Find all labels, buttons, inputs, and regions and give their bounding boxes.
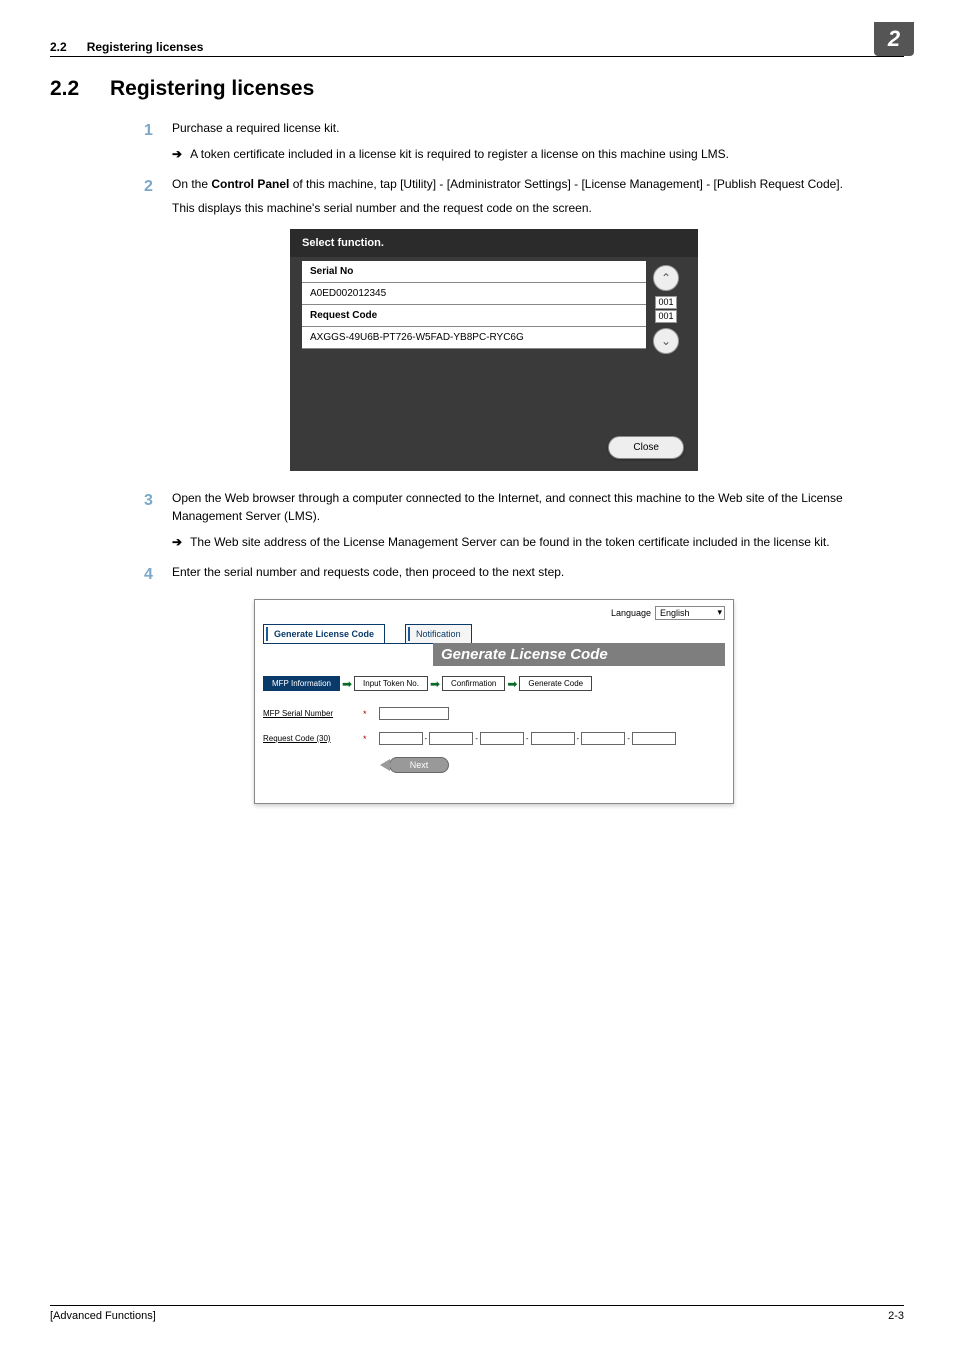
mfp-serial-input[interactable]: [379, 707, 449, 720]
page-banner: Generate License Code: [433, 643, 725, 666]
arrow-icon: ➡: [430, 677, 440, 691]
mfp-panel-screenshot: Select function. Serial No A0ED002012345…: [290, 229, 698, 471]
step-1-sub: A token certificate included in a licens…: [190, 145, 729, 163]
arrow-icon: ➡: [507, 677, 517, 691]
mfp-serial-label: MFP Serial Number: [263, 709, 353, 718]
header-section-number: 2.2: [50, 40, 67, 54]
close-button[interactable]: Close: [608, 436, 684, 459]
progress-input-token: Input Token No.: [354, 676, 428, 691]
step-2: 2 On the Control Panel of this machine, …: [144, 175, 904, 217]
tab-notification[interactable]: Notification: [405, 624, 472, 643]
section-heading: 2.2 Registering licenses: [50, 77, 904, 101]
step-3: 3 Open the Web browser through a compute…: [144, 489, 904, 551]
serial-no-label: Serial No: [302, 261, 646, 283]
page-indicator: 001 001: [655, 295, 676, 324]
header-section-title: Registering licenses: [87, 40, 204, 54]
step-3-sub: The Web site address of the License Mana…: [190, 533, 829, 551]
chapter-badge: 2: [874, 22, 914, 56]
request-code-input-6[interactable]: [632, 732, 676, 745]
step-number: 3: [144, 489, 172, 551]
page-header: 2.2 Registering licenses 2: [50, 40, 904, 57]
required-star-icon: *: [363, 709, 367, 719]
request-code-label: Request Code (30): [263, 734, 353, 743]
tab-generate-license[interactable]: Generate License Code: [263, 624, 385, 643]
step-4: 4 Enter the serial number and requests c…: [144, 563, 904, 587]
arrow-icon: ➔: [172, 533, 182, 551]
request-code-value: AXGGS-49U6B-PT726-W5FAD-YB8PC-RYC6G: [302, 327, 646, 349]
page-footer: [Advanced Functions] 2-3: [50, 1305, 904, 1322]
request-code-label: Request Code: [302, 305, 646, 327]
step-1: 1 Purchase a required license kit. ➔ A t…: [144, 119, 904, 163]
request-code-input-2[interactable]: [429, 732, 473, 745]
scroll-down-button[interactable]: ⌄: [653, 328, 679, 354]
progress-generate-code: Generate Code: [519, 676, 592, 691]
required-star-icon: *: [363, 734, 367, 744]
progress-steps: MFP Information ➡ Input Token No. ➡ Conf…: [263, 676, 725, 691]
step-number: 2: [144, 175, 172, 217]
next-button[interactable]: Next: [389, 757, 450, 773]
footer-left: [Advanced Functions]: [50, 1310, 156, 1322]
heading-text: Registering licenses: [110, 77, 314, 101]
request-code-input-5[interactable]: [581, 732, 625, 745]
step-1-text: Purchase a required license kit.: [172, 119, 904, 137]
scroll-up-button[interactable]: ⌃: [653, 265, 679, 291]
step-number: 1: [144, 119, 172, 163]
step-3-text: Open the Web browser through a computer …: [172, 489, 904, 525]
step-2-extra: This displays this machine's serial numb…: [172, 199, 904, 217]
step-2-text: On the Control Panel of this machine, ta…: [172, 175, 904, 193]
language-select[interactable]: English: [655, 606, 725, 620]
serial-no-value: A0ED002012345: [302, 283, 646, 305]
request-code-input-3[interactable]: [480, 732, 524, 745]
step-4-text: Enter the serial number and requests cod…: [172, 563, 904, 581]
progress-mfp-info: MFP Information: [263, 676, 340, 691]
footer-right: 2-3: [888, 1310, 904, 1322]
arrow-icon: ➡: [342, 677, 352, 691]
request-code-input-1[interactable]: [379, 732, 423, 745]
lms-web-screenshot: Language English Generate License Code N…: [254, 599, 734, 804]
request-code-input-4[interactable]: [531, 732, 575, 745]
arrow-icon: ➔: [172, 145, 182, 163]
panel-title: Select function.: [290, 229, 698, 257]
language-label: Language: [611, 608, 651, 618]
step-number: 4: [144, 563, 172, 587]
progress-confirmation: Confirmation: [442, 676, 505, 691]
heading-number: 2.2: [50, 77, 110, 101]
